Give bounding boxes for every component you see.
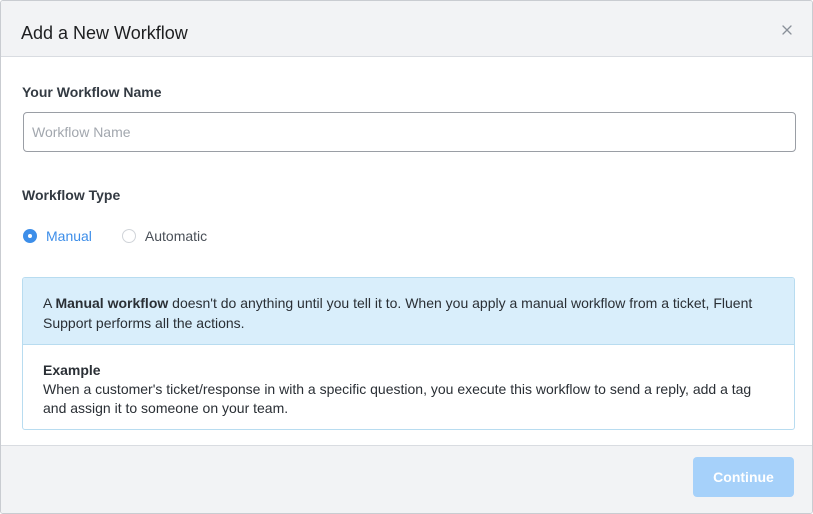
add-workflow-modal: Add a New Workflow Your Workflow Name Wo… [0, 0, 813, 514]
example-text: When a customer's ticket/response in wit… [43, 381, 752, 416]
workflow-description: A Manual workflow doesn't do anything un… [23, 278, 794, 345]
radio-manual-label[interactable]: Manual [46, 228, 92, 244]
workflow-name-label: Your Workflow Name [22, 84, 162, 100]
workflow-example: Example When a customer's ticket/respons… [23, 345, 794, 418]
radio-manual-indicator[interactable] [23, 229, 37, 243]
radio-automatic[interactable]: Automatic [121, 228, 207, 244]
workflow-name-input[interactable] [23, 112, 796, 152]
workflow-description-bold: Manual workflow [55, 295, 169, 311]
modal-footer: Continue [1, 445, 812, 513]
workflow-info-box: A Manual workflow doesn't do anything un… [22, 277, 795, 430]
example-title: Example [43, 362, 101, 378]
workflow-type-label: Workflow Type [22, 187, 121, 203]
close-icon[interactable] [780, 23, 794, 37]
modal-title: Add a New Workflow [21, 23, 188, 43]
modal-header: Add a New Workflow [1, 1, 812, 57]
radio-automatic-label[interactable]: Automatic [145, 228, 207, 244]
radio-manual[interactable]: Manual [23, 228, 92, 244]
continue-button[interactable]: Continue [693, 457, 794, 497]
radio-automatic-indicator[interactable] [121, 229, 136, 243]
workflow-type-radio-group: Manual Automatic [23, 227, 237, 245]
